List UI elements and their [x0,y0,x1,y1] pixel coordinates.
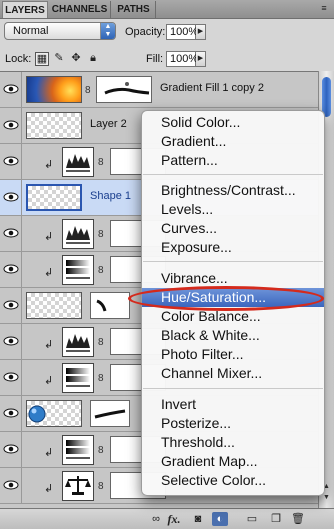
tab-layers[interactable]: LAYERS [2,1,48,18]
blend-mode-stepper-icon: ▲ ▼ [100,23,115,39]
blend-row: Normal ▲ ▼ Opacity: 100% ▶ [0,19,334,45]
lock-label: Lock: [5,53,32,65]
lock-position-move-icon[interactable]: ✥ [69,52,83,66]
layer-mask-thumbnail [96,76,152,103]
fill-input[interactable]: 100% [166,51,198,67]
panel-tab-bar: LAYERS CHANNELS PATHS ≡ [0,0,334,19]
clipping-arrow-icon: ↲ [44,159,54,171]
layer-thumbnail [26,400,82,427]
menu-item-channel-mixer[interactable]: Channel Mixer... [142,364,324,383]
link-chain-icon: 8 [98,265,104,276]
menu-item-gradient[interactable]: Gradient... [142,132,324,151]
gradient-fill-thumbnail [26,76,82,103]
link-chain-icon: 8 [98,157,104,168]
layer-row[interactable]: 8 Gradient Fill 1 copy 2 [0,72,318,108]
shape-thumbnail [26,184,82,211]
visibility-eye-icon[interactable] [0,396,22,431]
menu-item-selective-color[interactable]: Selective Color... [142,471,324,490]
link-chain-icon: 8 [98,373,104,384]
menu-separator [143,174,323,175]
blend-mode-select[interactable]: Normal ▲ ▼ [4,22,116,40]
menu-item-posterize[interactable]: Posterize... [142,414,324,433]
visibility-eye-icon[interactable] [0,324,22,359]
clipping-arrow-icon: ↲ [44,231,54,243]
layer-name[interactable]: Shape 1 [90,190,131,202]
clipping-arrow-icon: ↲ [44,339,54,351]
blend-mode-value: Normal [13,25,49,37]
fill-dropdown-icon[interactable]: ▶ [196,51,206,67]
layer-name[interactable]: Gradient Fill 1 copy 2 [160,82,264,94]
visibility-eye-icon[interactable] [0,360,22,395]
layer-thumbnail [26,292,82,319]
opacity-dropdown-icon[interactable]: ▶ [196,24,206,40]
clipping-arrow-icon: ↲ [44,375,54,387]
lock-pixels-brush-icon[interactable]: ✎ [52,52,66,66]
menu-item-photo-filter[interactable]: Photo Filter... [142,345,324,364]
menu-item-pattern[interactable]: Pattern... [142,151,324,170]
levels-adjustment-icon [62,147,94,177]
delete-layer-trash-icon[interactable]: 🗑︎ [290,512,306,526]
gradient-map-adjustment-icon [62,363,94,393]
menu-item-threshold[interactable]: Threshold... [142,433,324,452]
tab-paths[interactable]: PATHS [112,1,156,18]
fill-label: Fill: [146,53,164,65]
menu-item-invert[interactable]: Invert [142,395,324,414]
menu-item-levels[interactable]: Levels... [142,200,324,219]
visibility-eye-icon[interactable] [0,432,22,467]
link-chain-icon: 8 [98,481,104,492]
link-chain-icon: 8 [98,445,104,456]
scroll-down-icon[interactable]: ▼ [321,494,332,501]
lock-row: Lock: 100% ▶ Fill: [0,45,334,71]
visibility-eye-icon[interactable] [0,468,22,503]
gradient-map-adjustment-icon [62,435,94,465]
menu-item-solid-color[interactable]: Solid Color... [142,113,324,132]
visibility-eye-icon[interactable] [0,288,22,323]
layers-bottom-toolbar: ∞ fx. ◙ ◐ ▭ ❐ 🗑︎ [0,508,334,529]
visibility-eye-icon[interactable] [0,252,22,287]
menu-item-black-white[interactable]: Black & White... [142,326,324,345]
layer-style-fx-icon[interactable]: fx. [166,512,182,526]
levels-adjustment-icon [62,219,94,249]
new-layer-icon[interactable]: ❐ [268,512,284,526]
layer-mask-thumbnail [90,292,130,319]
clipping-arrow-icon: ↲ [44,447,54,459]
new-adjustment-layer-icon[interactable]: ◐ [212,512,228,526]
visibility-eye-icon[interactable] [0,72,22,107]
color-balance-adjustment-icon [62,471,94,501]
gradient-map-adjustment-icon [62,255,94,285]
tab-channels[interactable]: CHANNELS [49,1,111,18]
layer-name[interactable]: Layer 2 [90,118,127,130]
menu-item-exposure[interactable]: Exposure... [142,238,324,257]
menu-item-curves[interactable]: Curves... [142,219,324,238]
link-layers-icon[interactable]: ∞ [148,512,164,526]
menu-separator [143,388,323,389]
opacity-input[interactable]: 100% [166,24,198,40]
opacity-label: Opacity: [125,26,166,38]
clipping-arrow-icon: ↲ [44,483,54,495]
levels-adjustment-icon [62,327,94,357]
red-highlight-ellipse [128,286,324,311]
visibility-eye-icon[interactable] [0,216,22,251]
menu-item-brightness-contrast[interactable]: Brightness/Contrast... [142,181,324,200]
add-mask-icon[interactable]: ◙ [190,512,206,526]
lock-all-icon[interactable]: 🔒︎ [86,52,100,66]
visibility-eye-icon[interactable] [0,108,22,143]
panel-menu-icon[interactable]: ≡ [318,3,330,14]
new-group-folder-icon[interactable]: ▭ [244,512,260,526]
link-chain-icon: 8 [98,337,104,348]
visibility-eye-icon[interactable] [0,144,22,179]
lock-transparency-icon[interactable]: ▦ [35,52,49,66]
link-chain-icon: 8 [85,85,91,96]
menu-separator [143,261,323,262]
visibility-eye-icon[interactable] [0,180,22,215]
clipping-arrow-icon: ↲ [44,267,54,279]
layer-mask-thumbnail [90,400,130,427]
layer-thumbnail [26,112,82,139]
menu-item-gradient-map[interactable]: Gradient Map... [142,452,324,471]
link-chain-icon: 8 [98,229,104,240]
